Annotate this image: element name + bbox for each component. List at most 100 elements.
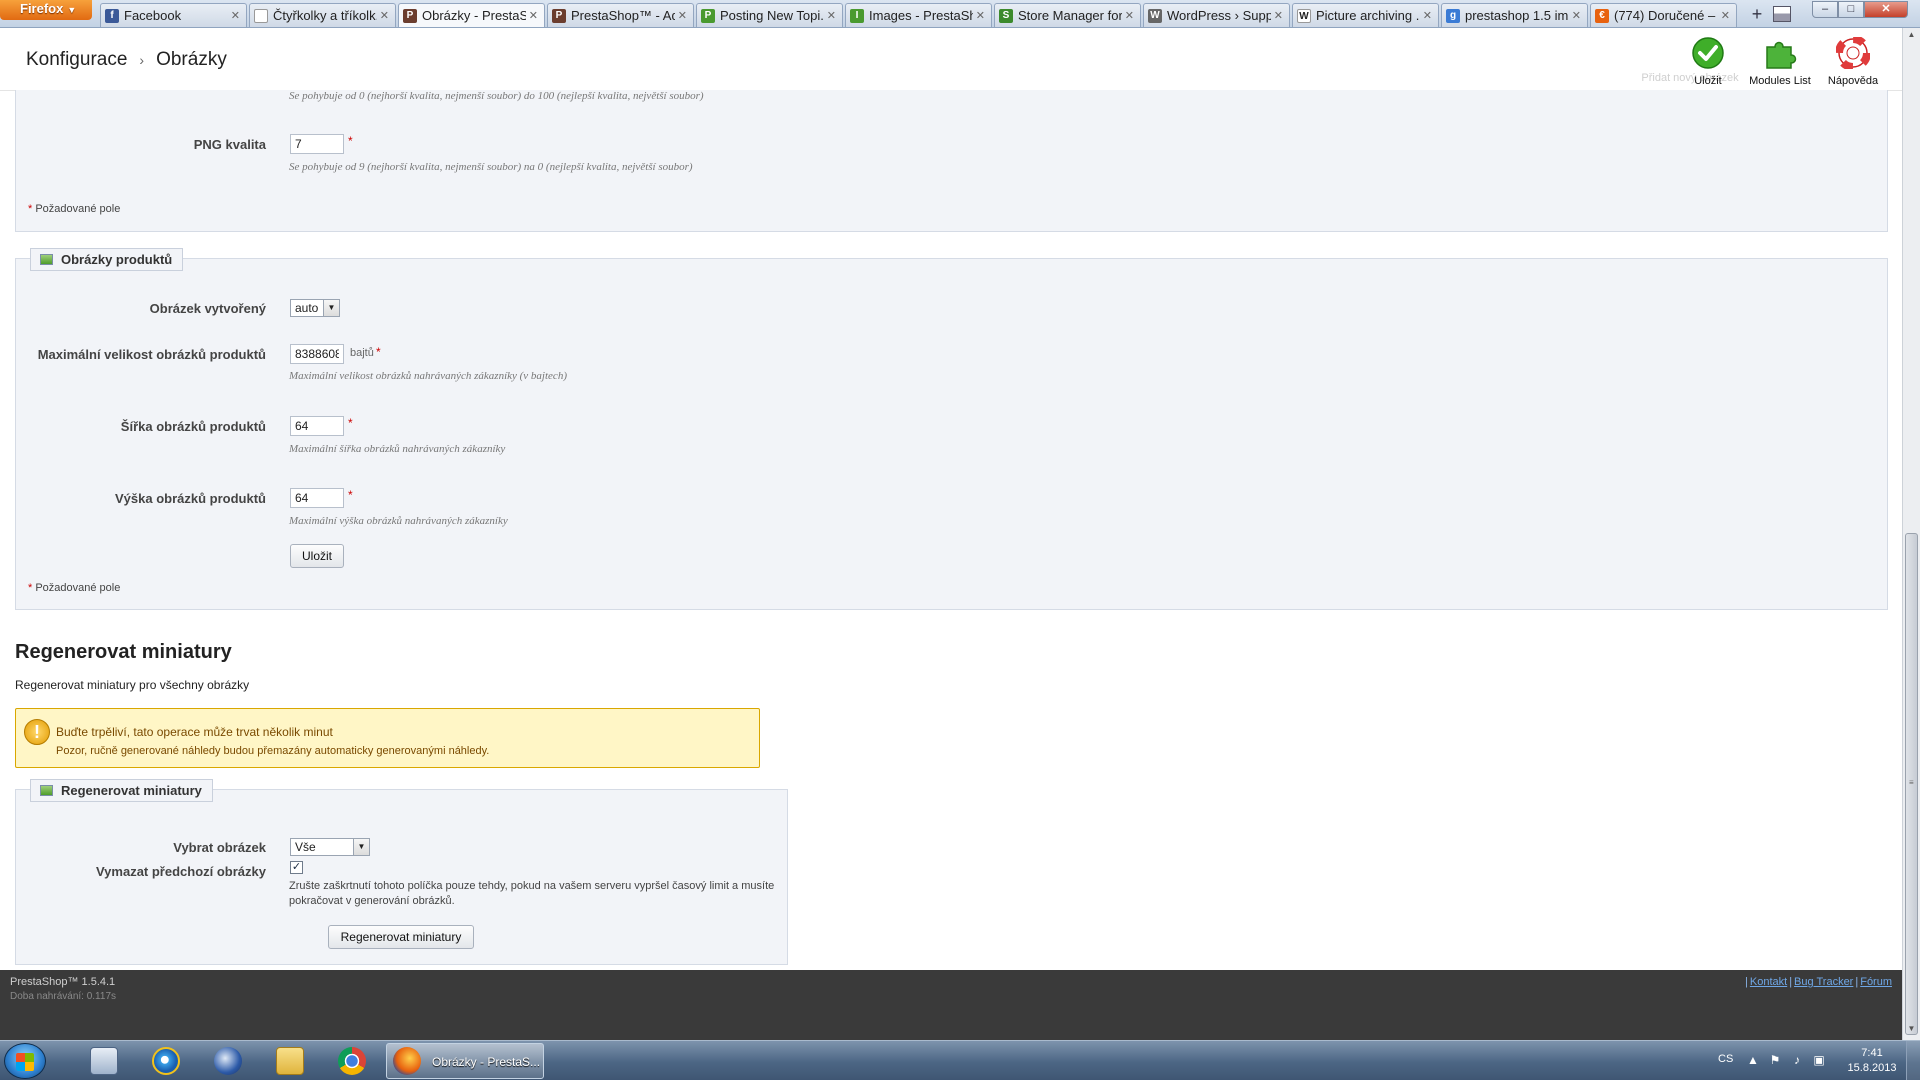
browser-tab[interactable]: g prestashop 1.5 im... ✕ (1441, 3, 1588, 27)
image-height-label: Výška obrázků produktů (115, 491, 266, 506)
required-asterisk: * (376, 345, 381, 359)
tab-groups-icon[interactable] (1773, 6, 1791, 22)
taskbar-firefox-task[interactable]: Obrázky - PrestaS... (386, 1043, 544, 1079)
chevron-down-icon: ▼ (353, 839, 369, 855)
save-label: Uložit (1694, 75, 1722, 87)
tab-close-icon[interactable]: ✕ (976, 9, 985, 22)
footer-link-bug-tracker[interactable]: Bug Tracker (1794, 976, 1853, 988)
start-button[interactable] (4, 1043, 46, 1079)
product-images-legend: Obrázky produktů (30, 248, 184, 271)
modules-list-button[interactable]: Modules List (1748, 37, 1812, 87)
save-button[interactable]: Uložit (1690, 37, 1726, 87)
scroll-up-arrow-icon[interactable]: ▲ (1905, 30, 1918, 44)
tray-show-hidden-icon[interactable]: ▲ (1746, 1053, 1760, 1067)
taskbar-chrome-icon[interactable] (326, 1045, 378, 1077)
breadcrumb-separator-icon: › (139, 52, 145, 68)
browser-tab-title: prestashop 1.5 im... (1465, 8, 1569, 23)
image-width-input[interactable] (290, 416, 344, 436)
new-tab-button[interactable]: + (1746, 5, 1768, 25)
footer-links: | Kontakt | Bug Tracker | Fórum (1745, 976, 1892, 988)
favicon-icon (254, 8, 268, 23)
tab-close-icon[interactable]: ✕ (1125, 9, 1134, 22)
tab-close-icon[interactable]: ✕ (678, 9, 687, 22)
tray-volume-icon[interactable]: ♪ (1790, 1053, 1804, 1067)
browser-tab-title: Images - PrestaSh... (869, 8, 973, 23)
browser-tab[interactable]: S Store Manager for... ✕ (994, 3, 1141, 27)
window-close-button[interactable]: ✕ (1864, 1, 1908, 18)
tab-close-icon[interactable]: ✕ (1721, 9, 1730, 22)
clock-date: 15.8.2013 (1847, 1062, 1897, 1074)
image-created-select[interactable]: auto ▼ (290, 299, 340, 317)
tab-close-icon[interactable]: ✕ (827, 9, 836, 22)
erase-previous-checkbox[interactable]: ✓ (290, 861, 303, 874)
max-size-unit: bajtů (350, 347, 374, 359)
tray-flag-icon[interactable]: ⚑ (1768, 1053, 1782, 1067)
help-button[interactable]: Nápověda (1826, 35, 1880, 87)
browser-tab-title: Posting New Topi... (720, 8, 824, 23)
scrollbar-thumb[interactable]: ≡ (1905, 533, 1918, 1035)
tab-close-icon[interactable]: ✕ (529, 9, 538, 22)
warning-icon: ! (24, 719, 50, 745)
required-field-note: * Požadované pole (28, 203, 121, 215)
png-quality-input[interactable] (290, 134, 344, 154)
grip-icon: ≡ (1909, 778, 1914, 787)
footer-link-contact[interactable]: Kontakt (1750, 976, 1787, 988)
tray-language-indicator[interactable]: CS (1718, 1053, 1733, 1065)
help-label: Nápověda (1827, 75, 1879, 87)
favicon-icon: P (701, 8, 715, 23)
show-desktop-button[interactable] (1906, 1041, 1920, 1080)
browser-tab[interactable]: f Facebook ✕ (100, 3, 247, 27)
checkmark-icon (1692, 37, 1724, 69)
product-images-fieldset: Obrázky produktů Obrázek vytvořený auto ▼… (15, 248, 1888, 610)
taskbar-explorer-folder-icon[interactable] (264, 1045, 316, 1077)
taskbar-thunderbird-icon[interactable] (202, 1045, 254, 1077)
favicon-icon: f (105, 8, 119, 23)
max-size-input[interactable] (290, 344, 344, 364)
tray-clock[interactable]: 7:41 15.8.2013 (1842, 1046, 1902, 1076)
tray-network-icon[interactable]: ▣ (1812, 1053, 1826, 1067)
regenerate-subtitle: Regenerovat miniatury pro všechny obrázk… (15, 678, 250, 692)
breadcrumb-item-konfigurace[interactable]: Konfigurace (26, 49, 127, 70)
erase-previous-hint: Zrušte zaškrtnutí tohoto políčka pouze t… (289, 880, 775, 907)
tab-close-icon[interactable]: ✕ (1423, 9, 1432, 22)
browser-tab[interactable]: Čtyřkolky a tříkolk... ✕ (249, 3, 396, 27)
browser-tab-strip: Firefox ▼ f Facebook ✕ Čtyřkolky a tříkolk..… (0, 0, 1920, 28)
favicon-icon: P (552, 8, 566, 23)
tab-close-icon[interactable]: ✕ (1572, 9, 1581, 22)
window-minimize-button[interactable]: – (1812, 1, 1838, 18)
favicon-icon: I (850, 8, 864, 23)
image-height-input[interactable] (290, 488, 344, 508)
tab-close-icon[interactable]: ✕ (1274, 9, 1283, 22)
browser-tab-title: Picture archiving ... (1316, 8, 1420, 23)
browser-tab[interactable]: I Images - PrestaSh...✕ (845, 3, 992, 27)
firefox-menu-button[interactable]: Firefox ▼ (0, 0, 92, 20)
save-product-images-button[interactable]: Uložit (290, 544, 344, 568)
window-maximize-button[interactable]: □ (1838, 1, 1864, 18)
required-asterisk: * (348, 488, 353, 502)
scroll-down-arrow-icon[interactable]: ▼ (1905, 1024, 1918, 1038)
browser-tab[interactable]: P Obrázky - PrestaS...✕ (398, 3, 545, 27)
footer-link-forum[interactable]: Fórum (1860, 976, 1892, 988)
page-header: Konfigurace › Obrázky Přidat nový obrázek … (0, 29, 1902, 91)
image-width-hint: Maximální šířka obrázků nahrávaných záka… (289, 443, 506, 455)
browser-tab[interactable]: W WordPress › Supp...✕ (1143, 3, 1290, 27)
tab-close-icon[interactable]: ✕ (231, 9, 240, 22)
tab-close-icon[interactable]: ✕ (380, 9, 389, 22)
version-text: PrestaShop™ 1.5.4.1 (10, 976, 116, 988)
regenerate-thumbnails-button[interactable]: Regenerovat miniatury (328, 925, 474, 949)
tab-list: f Facebook ✕ Čtyřkolky a tříkolk... ✕ P Obrázk… (100, 3, 1739, 28)
required-asterisk: * (348, 416, 353, 430)
taskbar-calculator-icon[interactable] (78, 1045, 130, 1077)
jpeg-quality-hint: Se pohybuje od 0 (nejhorší kvalita, nejm… (289, 90, 704, 102)
image-width-label: Šířka obrázků produktů (120, 419, 266, 434)
select-image-dropdown[interactable]: Vše ▼ (290, 838, 370, 856)
browser-tab[interactable]: W Picture archiving ... ✕ (1292, 3, 1439, 27)
vertical-scrollbar[interactable]: ▲ ≡ ▼ (1902, 28, 1920, 1040)
browser-tab[interactable]: € (774) Doručené – ...✕ (1590, 3, 1737, 27)
browser-tab[interactable]: P Posting New Topi... ✕ (696, 3, 843, 27)
taskbar-internet-explorer-icon[interactable] (140, 1045, 192, 1077)
breadcrumb: Konfigurace › Obrázky (26, 49, 227, 71)
browser-tab[interactable]: P PrestaShop™ - Ad...✕ (547, 3, 694, 27)
erase-previous-label: Vymazat předchozí obrázky (95, 864, 266, 879)
warning-line-2: Pozor, ručně generované náhledy budou př… (56, 745, 490, 757)
